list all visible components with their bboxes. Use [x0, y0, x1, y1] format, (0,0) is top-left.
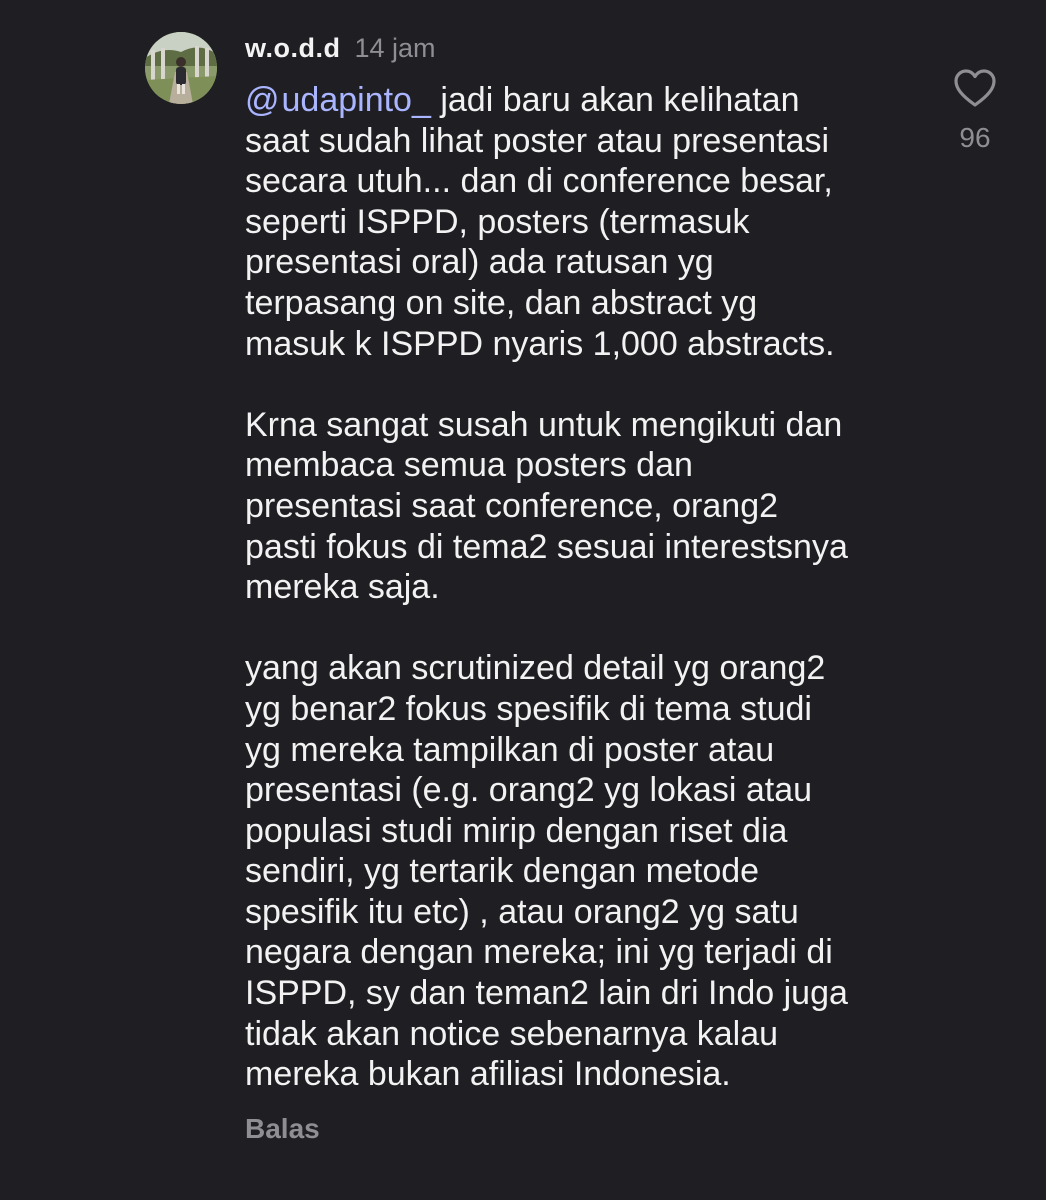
mention-link[interactable]: @udapinto_	[245, 81, 431, 119]
comment-body: @udapinto_ jadi baru akan kelihatan saat…	[245, 80, 935, 1095]
paragraph-1-text: jadi baru akan kelihatan saat sudah liha…	[245, 81, 835, 363]
paragraph-3: yang akan scrutinized detail yg orang2 y…	[245, 649, 848, 1094]
comment: w.o.d.d 14 jam @udapinto_ jadi baru akan…	[0, 0, 1046, 1200]
paragraph-2: Krna sangat susah untuk mengikuti dan me…	[245, 405, 848, 607]
like-count: 96	[959, 122, 991, 153]
reply-button[interactable]: Balas	[245, 1113, 320, 1145]
like-control: 96	[950, 68, 1000, 154]
mention-handle: udapinto_	[281, 81, 431, 119]
mention-at-icon: @	[245, 81, 280, 119]
timestamp[interactable]: 14 jam	[354, 33, 435, 64]
comment-header: w.o.d.d 14 jam	[245, 28, 436, 68]
heart-outline-icon[interactable]	[953, 68, 997, 108]
paragraph-1: @udapinto_ jadi baru akan kelihatan saat…	[245, 80, 935, 364]
avatar-photo	[145, 32, 217, 104]
avatar[interactable]	[145, 32, 217, 104]
username[interactable]: w.o.d.d	[245, 33, 340, 64]
